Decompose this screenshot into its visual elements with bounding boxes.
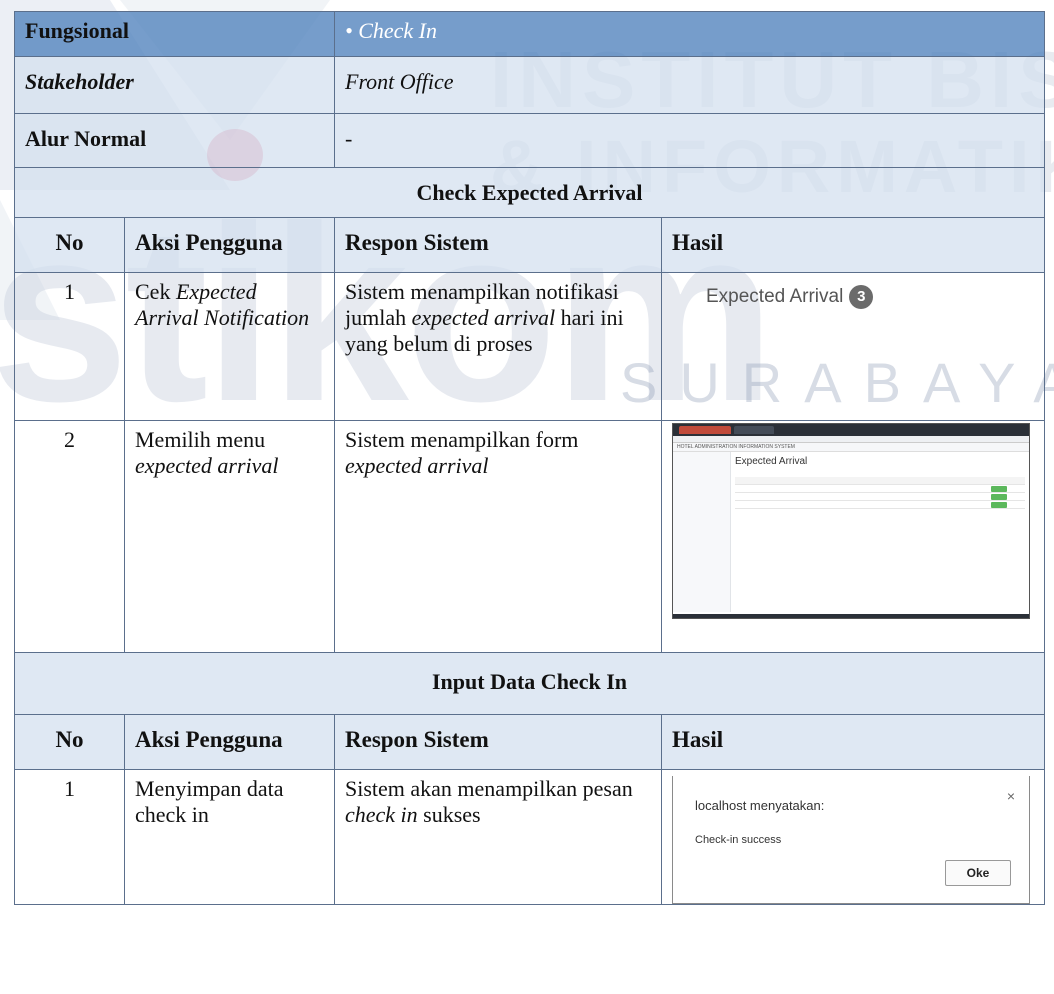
respon-text-end: sukses xyxy=(417,802,481,827)
col-aksi-pengguna: Aksi Pengguna xyxy=(124,714,335,770)
aksi-text: Cek xyxy=(135,279,176,304)
row-respon: Sistem menampilkan form expected arrival xyxy=(334,420,662,653)
expected-arrival-notification: Expected Arrival 3 xyxy=(706,285,1044,309)
respon-italic-text: check in xyxy=(345,802,418,827)
row-no: 2 xyxy=(14,420,125,653)
row-no: 1 xyxy=(14,769,125,905)
row-hasil: localhost menyatakan: × Check-in success… xyxy=(661,769,1045,905)
row-aksi: Cek Expected Arrival Notification xyxy=(124,272,335,421)
table-row: 2 Memilih menu expected arrival Sistem m… xyxy=(14,420,1045,653)
col-hasil: Hasil xyxy=(661,714,1045,770)
mini-sidebar xyxy=(673,452,731,612)
row-aksi: Memilih menu expected arrival xyxy=(124,420,335,653)
row-hasil: Expected Arrival 3 xyxy=(661,272,1045,421)
section-title-check-expected-arrival: Check Expected Arrival xyxy=(14,167,1045,218)
respon-italic-text: expected arrival xyxy=(345,453,489,478)
check-in-success-dialog: localhost menyatakan: × Check-in success… xyxy=(672,776,1030,904)
ok-button[interactable]: Oke xyxy=(945,860,1011,886)
mini-page-title: Expected Arrival xyxy=(735,456,808,467)
row-respon: Sistem menampilkan notifikasi jumlah exp… xyxy=(334,272,662,421)
col-respon-sistem: Respon Sistem xyxy=(334,714,662,770)
alur-normal-label: Alur Normal xyxy=(14,113,335,168)
respon-text: Sistem akan menampilkan pesan xyxy=(345,776,633,801)
fungsional-label: Fungsional xyxy=(14,11,335,57)
col-aksi-pengguna: Aksi Pengguna xyxy=(124,217,335,273)
table-row: 1 Menyimpan data check in Sistem akan me… xyxy=(14,769,1045,905)
col-respon-sistem: Respon Sistem xyxy=(334,217,662,273)
stakeholder-value: Front Office xyxy=(334,56,1045,114)
respon-italic-text: expected arrival xyxy=(411,305,556,330)
section-title-input-data-check-in: Input Data Check In xyxy=(14,652,1045,715)
stakeholder-label: Stakeholder xyxy=(14,56,335,114)
aksi-text: Memilih menu xyxy=(135,427,266,452)
expected-arrival-form-screenshot: HOTEL ADMINISTRATION INFORMATION SYSTEM … xyxy=(672,423,1030,619)
row-respon: Sistem akan menampilkan pesan check in s… xyxy=(334,769,662,905)
close-icon[interactable]: × xyxy=(1007,788,1015,804)
mini-app-title: HOTEL ADMINISTRATION INFORMATION SYSTEM xyxy=(673,443,1029,452)
row-hasil: HOTEL ADMINISTRATION INFORMATION SYSTEM … xyxy=(661,420,1045,653)
aksi-italic-text: expected arrival xyxy=(135,453,279,478)
col-no: No xyxy=(14,217,125,273)
col-hasil: Hasil xyxy=(661,217,1045,273)
col-no: No xyxy=(14,714,125,770)
dialog-message: Check-in success xyxy=(695,834,782,846)
alur-normal-value: - xyxy=(334,113,1045,168)
functional-spec-table: Fungsional • Check In Stakeholder Front … xyxy=(14,11,1045,905)
row-no: 1 xyxy=(14,272,125,421)
row-aksi: Menyimpan data check in xyxy=(124,769,335,905)
mini-main: Expected Arrival xyxy=(735,452,1025,509)
respon-text: Sistem menampilkan form xyxy=(345,427,579,452)
table-row: 1 Cek Expected Arrival Notification Sist… xyxy=(14,272,1045,421)
dialog-title: localhost menyatakan: xyxy=(695,798,825,813)
fungsional-value: • Check In xyxy=(334,11,1045,57)
expected-arrival-label: Expected Arrival xyxy=(706,286,844,307)
count-badge: 3 xyxy=(849,285,874,309)
